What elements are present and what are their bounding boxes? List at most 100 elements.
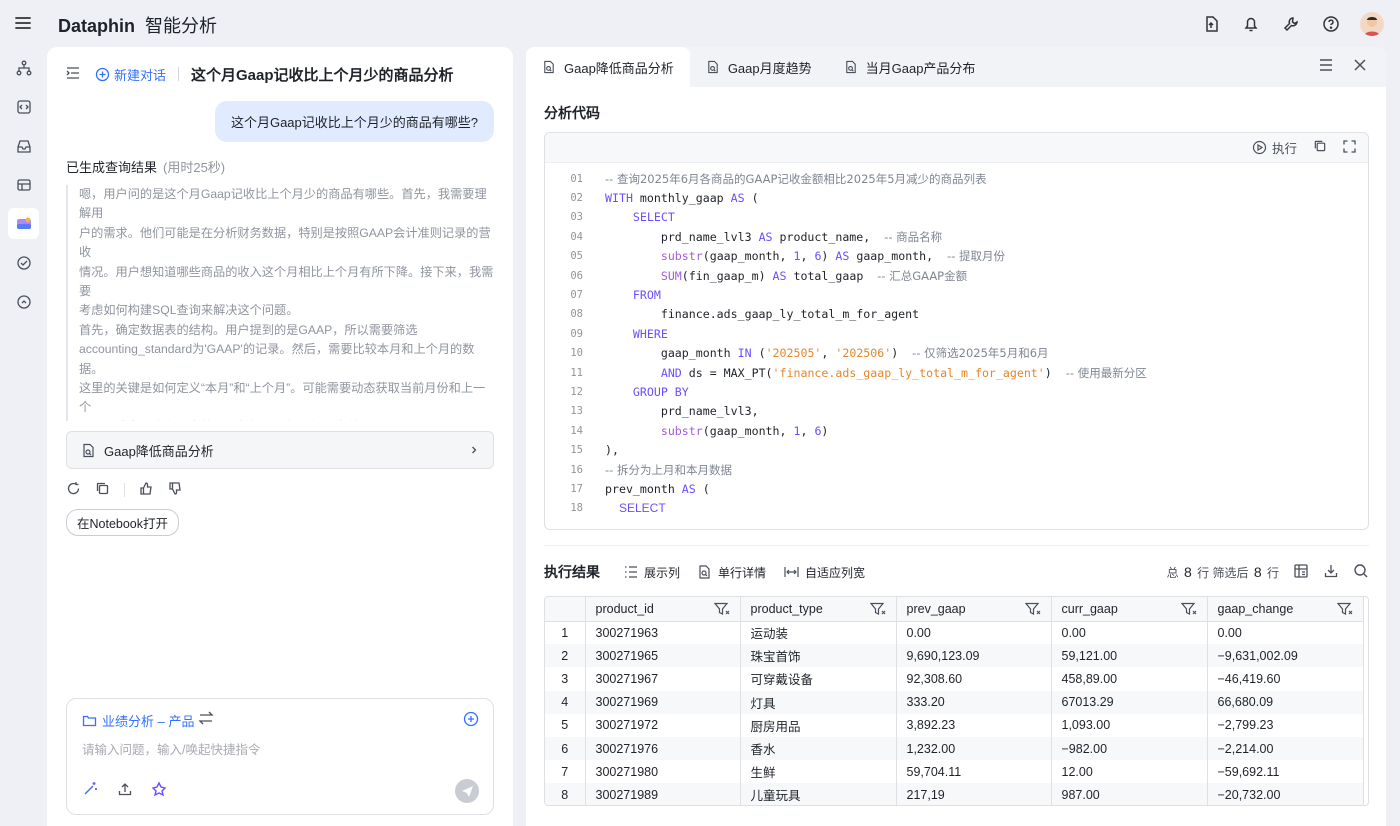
search-icon[interactable] (1353, 563, 1369, 582)
bell-icon[interactable] (1240, 13, 1262, 35)
list-icon[interactable] (1318, 57, 1334, 76)
copy-icon[interactable] (95, 481, 110, 499)
column-header[interactable]: product_type (740, 597, 897, 622)
pivot-icon[interactable] (1293, 563, 1309, 582)
copy-code-icon[interactable] (1313, 139, 1327, 156)
table-row[interactable]: 5 300271972 厨房用品 3,892.23 1,093.00 −2,799.23 (545, 713, 1364, 737)
top-icons (1200, 12, 1384, 36)
column-header[interactable]: gaap_change (1207, 597, 1364, 622)
column-header[interactable]: curr_gaap (1051, 597, 1208, 622)
column-header[interactable]: product_id (585, 597, 741, 622)
table-row[interactable]: 3 300271967 可穿戴设备 92,308.60 458,89.00 −46,419… (545, 667, 1364, 691)
table-row[interactable]: 2 300271965 珠宝首饰 9,690,123.09 59,121.00 −9,63… (545, 644, 1364, 668)
row-detail-button[interactable]: 单行详情 (698, 564, 766, 581)
open-notebook-button[interactable]: 在Notebook打开 (66, 509, 180, 536)
code-line: 09 WHERE (545, 324, 1368, 343)
code-text: WITH monthly_gaap AS ( (605, 191, 759, 206)
rail-code-icon[interactable] (8, 91, 39, 122)
table-cell: 300271965 (585, 644, 741, 668)
line-number: 18 (570, 502, 583, 515)
magic-wand-icon[interactable] (82, 780, 99, 800)
code-text: substr(gaap_month, 1, 6) (660, 423, 829, 438)
results-toolbar: 执行结果 展示列 单行详情 自适应列宽 总 8 行 筛选后 8 行 (544, 561, 1369, 583)
result-card[interactable]: Gaap降低商品分析 (66, 431, 494, 469)
filter-icon[interactable] (713, 602, 730, 616)
logo-text: Dataphin (58, 16, 136, 36)
code-text: SUM(fin_gaap_m) AS total_gaap -- 汇总GAAP金… (660, 268, 968, 283)
filter-icon[interactable] (869, 602, 886, 616)
table-row[interactable]: 6 300271976 香水 1,232.00 −982.00 −2,214.00 (545, 736, 1364, 761)
table-row[interactable]: 7 300271980 生鲜 59,704.11 12.00 −59,692.11 (545, 760, 1364, 784)
header-divider (178, 67, 180, 81)
new-chat-button[interactable]: 新建对话 (95, 65, 166, 84)
show-columns-button[interactable]: 展示列 (624, 564, 680, 581)
row-index-header (545, 597, 586, 622)
filtered-prefix: 筛选后 (1212, 565, 1249, 580)
rail-search-icon[interactable] (8, 286, 39, 317)
app-logo[interactable]: Dataphin 智能分析 (58, 12, 217, 38)
row-index: 2 (545, 644, 586, 668)
table-cell: 12.00 (1051, 760, 1208, 784)
table-row[interactable]: 8 300271989 儿童玩具 217,19 987.00 −20,732.00 (545, 783, 1364, 805)
table-cell: 9,690,123.09 (896, 644, 1052, 668)
run-button[interactable]: 执行 (1252, 138, 1297, 157)
column-label: prev_gaap (906, 601, 966, 616)
help-icon[interactable] (1320, 13, 1342, 35)
user-avatar[interactable] (1360, 12, 1384, 36)
table-cell: 运动装 (740, 621, 897, 645)
filter-icon[interactable] (1336, 602, 1353, 616)
line-number: 17 (570, 482, 583, 495)
tab-actions (1318, 57, 1368, 76)
column-header[interactable]: prev_gaap (896, 597, 1052, 622)
doc-search-icon (544, 60, 554, 74)
chat-input[interactable]: 请输入问题，输入/唤起快捷指令 (82, 739, 260, 758)
table-cell: 458,89.00 (1051, 667, 1208, 691)
table-cell: 1,232.00 (896, 736, 1052, 761)
filter-icon[interactable] (1180, 602, 1197, 616)
code-toolbar: 执行 (545, 133, 1368, 163)
tab-gaap-monthly-trend[interactable]: Gaap月度趋势 (690, 47, 828, 87)
table-cell: −46,419.60 (1207, 667, 1364, 691)
table-cell: 0.00 (896, 621, 1052, 645)
fullscreen-icon[interactable] (1343, 139, 1356, 156)
filter-icon[interactable] (1024, 602, 1041, 616)
rail-tree-icon[interactable] (8, 52, 39, 83)
add-context-icon[interactable] (463, 711, 479, 730)
context-selector[interactable]: 业绩分析 – 产品 (82, 711, 194, 730)
line-number: 09 (570, 327, 583, 340)
code-editor[interactable]: 执行 01 -- 查询2025年6月各商品的GAAP记收金额相比2025年5月减少… (544, 132, 1369, 530)
chat-title: 这个月Gaap记收比上个月少的商品分析 (191, 66, 454, 84)
table-row[interactable]: 1 300271963 运动装 0.00 0.00 0.00 (545, 621, 1364, 645)
table-cell: 300271969 (585, 690, 741, 714)
upload-doc-icon[interactable] (1200, 13, 1222, 35)
download-icon[interactable] (1323, 563, 1339, 582)
rail-check-icon[interactable] (8, 247, 39, 278)
wrench-icon[interactable] (1280, 13, 1302, 35)
send-button[interactable] (455, 779, 479, 803)
tab-gaap-product-distribution[interactable]: 当月Gaap产品分布 (828, 47, 992, 87)
close-icon[interactable] (1352, 57, 1368, 76)
row-index: 3 (545, 667, 586, 691)
rail-data-icon[interactable] (8, 169, 39, 200)
thumbs-up-icon[interactable] (139, 481, 154, 499)
line-number: 06 (570, 269, 583, 282)
rail-inbox-icon[interactable] (8, 130, 39, 161)
code-line: 02 WITH monthly_gaap AS ( (545, 188, 1368, 207)
table-row[interactable]: 4 300271969 灯具 333.20 67013.29 66,680.09 (545, 690, 1364, 714)
upload-icon[interactable] (117, 781, 133, 800)
swap-icon[interactable] (198, 710, 214, 729)
column-label: curr_gaap (1061, 601, 1118, 616)
generated-text: 已生成查询结果 (66, 160, 158, 175)
collapse-icon[interactable] (65, 65, 81, 84)
table-cell: 59,121.00 (1051, 644, 1208, 668)
tab-gaap-decrease[interactable]: Gaap降低商品分析 (526, 47, 690, 87)
auto-width-button[interactable]: 自适应列宽 (784, 564, 865, 581)
plus-circle-icon (95, 67, 110, 81)
rail-analysis-icon[interactable] (8, 208, 39, 239)
model-icon[interactable] (151, 780, 167, 800)
menu-icon[interactable] (14, 14, 32, 32)
code-line: 06 SUM(fin_gaap_m) AS total_gaap -- 汇总GA… (545, 266, 1368, 285)
results-table[interactable]: product_id product_type prev_gaap curr_gaap… (544, 596, 1369, 806)
refresh-icon[interactable] (66, 481, 81, 499)
thumbs-down-icon[interactable] (168, 481, 183, 499)
